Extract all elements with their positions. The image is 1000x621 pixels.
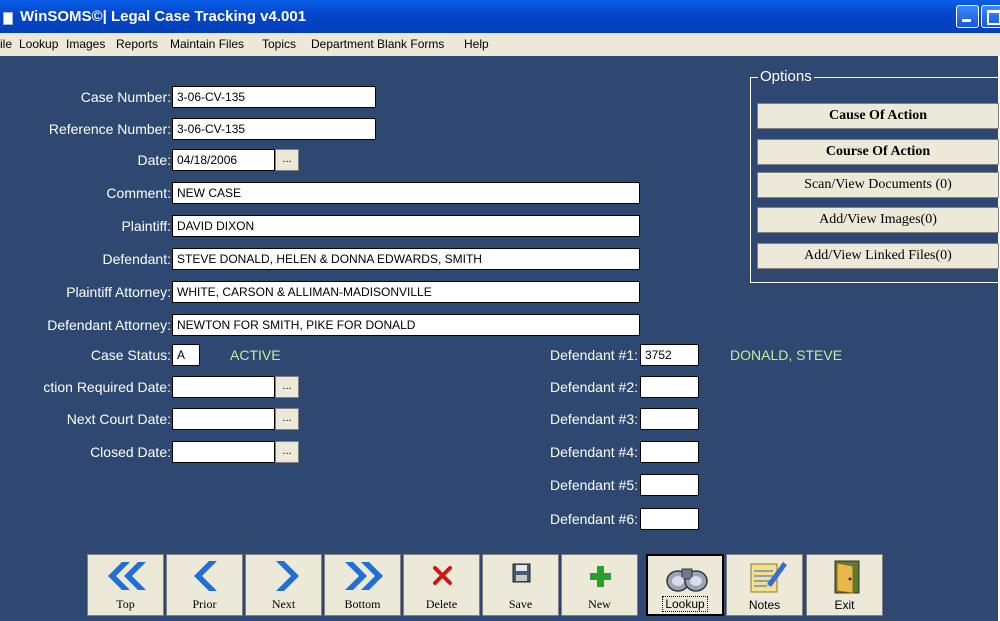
window-title: WinSOMS©| Legal Case Tracking v4.001 xyxy=(20,8,307,25)
save-button-label: Save xyxy=(508,597,533,611)
exit-button-label: Exit xyxy=(834,598,855,612)
bottom-button-label: Bottom xyxy=(344,597,381,611)
reference-number-field[interactable]: 3-06-CV-135 xyxy=(172,118,376,140)
delete-x-icon xyxy=(433,566,452,585)
plaintiff-label: Plaintiff: xyxy=(121,218,171,234)
next-court-date-field[interactable] xyxy=(172,408,275,430)
maximize-icon xyxy=(987,10,1000,25)
defendant-attorney-field[interactable]: NEWTON FOR SMITH, PIKE FOR DONALD xyxy=(172,314,640,336)
menu-help[interactable]: Help xyxy=(464,37,489,51)
title-bar: WinSOMS©| Legal Case Tracking v4.001 xyxy=(0,0,1000,33)
prior-button-label: Prior xyxy=(192,597,217,611)
defendant-5-field[interactable] xyxy=(640,474,699,496)
defendant-3-field[interactable] xyxy=(640,408,699,430)
double-chevron-left-icon xyxy=(108,562,146,590)
case-number-label: Case Number: xyxy=(80,89,171,105)
scan-view-documents-button[interactable]: Scan/View Documents (0) xyxy=(757,172,999,198)
menu-images[interactable]: Images xyxy=(66,37,105,51)
save-button[interactable]: Save xyxy=(482,554,559,616)
menu-maintain-files[interactable]: Maintain Files xyxy=(170,37,244,51)
notepad-pencil-icon xyxy=(750,562,787,593)
chevron-left-icon xyxy=(194,561,217,591)
case-status-label: Case Status: xyxy=(90,347,171,363)
prior-button[interactable]: Prior xyxy=(166,554,243,616)
defendant-4-label: Defendant #4: xyxy=(550,444,638,460)
next-court-date-label: Next Court Date: xyxy=(66,411,171,427)
next-court-date-picker-button[interactable]: ... xyxy=(275,408,299,430)
minimize-icon xyxy=(962,19,971,22)
cause-of-action-button[interactable]: Cause Of Action xyxy=(757,103,999,129)
top-button[interactable]: Top xyxy=(87,554,164,616)
menu-reports[interactable]: Reports xyxy=(116,37,158,51)
defendant-4-field[interactable] xyxy=(640,441,699,463)
closed-date-label: Closed Date: xyxy=(90,444,171,460)
next-button-label: Next xyxy=(271,597,296,611)
plaintiff-field[interactable]: DAVID DIXON xyxy=(172,215,640,237)
defendant-attorney-label: Defendant Attorney: xyxy=(47,317,171,333)
maximize-button[interactable] xyxy=(981,5,1000,28)
lookup-button-label: Lookup xyxy=(648,596,722,612)
binoculars-icon xyxy=(666,568,708,592)
menu-topics[interactable]: Topics xyxy=(262,37,296,51)
new-button-label: New xyxy=(588,597,611,611)
notes-button-label: Notes xyxy=(748,598,781,612)
defendant-1-label: Defendant #1: xyxy=(550,347,638,363)
top-button-label: Top xyxy=(116,597,135,611)
case-status-field[interactable]: A xyxy=(172,344,200,366)
defendant-2-field[interactable] xyxy=(640,376,699,398)
course-of-action-button[interactable]: Course Of Action xyxy=(757,139,999,165)
closed-date-field[interactable] xyxy=(172,441,275,463)
defendant-3-label: Defendant #3: xyxy=(550,411,638,427)
add-view-images-button[interactable]: Add/View Images(0) xyxy=(757,207,999,233)
defendant-5-label: Defendant #5: xyxy=(550,477,638,493)
comment-field[interactable]: NEW CASE xyxy=(172,182,640,204)
delete-button[interactable]: Delete xyxy=(403,554,480,616)
defendant-1-name: DONALD, STEVE xyxy=(730,347,843,363)
action-required-date-label: ction Required Date: xyxy=(43,379,171,395)
exit-button[interactable]: Exit xyxy=(806,554,883,616)
chevron-right-icon xyxy=(276,561,299,591)
case-status-text: ACTIVE xyxy=(230,347,281,363)
notes-button[interactable]: Notes xyxy=(726,554,803,616)
case-number-field[interactable]: 3-06-CV-135 xyxy=(172,86,376,108)
plaintiff-attorney-field[interactable]: WHITE, CARSON & ALLIMAN-MADISONVILLE xyxy=(172,281,640,303)
add-view-linked-files-button[interactable]: Add/View Linked Files(0) xyxy=(757,243,999,269)
menu-lookup[interactable]: Lookup xyxy=(19,37,58,51)
closed-date-picker-button[interactable]: ... xyxy=(275,441,299,463)
menu-department-blank-forms[interactable]: Department Blank Forms xyxy=(311,37,444,51)
defendant-2-label: Defendant #2: xyxy=(550,379,638,395)
delete-button-label: Delete xyxy=(425,597,458,611)
menu-bar: ile Lookup Images Reports Maintain Files… xyxy=(0,33,1000,56)
floppy-disk-icon xyxy=(512,563,531,583)
date-label: Date: xyxy=(137,152,171,168)
plus-icon xyxy=(590,566,611,587)
action-required-date-picker-button[interactable]: ... xyxy=(275,376,299,398)
defendant-1-field[interactable]: 3752 xyxy=(640,344,699,366)
menu-file[interactable]: ile xyxy=(0,37,12,51)
date-picker-button[interactable]: ... xyxy=(275,149,299,171)
plaintiff-attorney-label: Plaintiff Attorney: xyxy=(66,284,171,300)
defendant-field[interactable]: STEVE DONALD, HELEN & DONNA EDWARDS, SMI… xyxy=(172,248,640,270)
comment-label: Comment: xyxy=(106,185,171,201)
date-field[interactable]: 04/18/2006 xyxy=(172,149,275,171)
defendant-label: Defendant: xyxy=(102,251,172,267)
app-icon xyxy=(3,12,13,25)
lookup-button[interactable]: Lookup xyxy=(646,554,724,616)
action-required-date-field[interactable] xyxy=(172,376,275,398)
options-title: Options xyxy=(758,68,814,85)
double-chevron-right-icon xyxy=(345,562,383,590)
defendant-6-label: Defendant #6: xyxy=(550,511,638,527)
minimize-button[interactable] xyxy=(956,5,979,28)
exit-door-icon xyxy=(834,560,860,594)
next-button[interactable]: Next xyxy=(245,554,322,616)
defendant-6-field[interactable] xyxy=(640,508,699,530)
bottom-button[interactable]: Bottom xyxy=(324,554,401,616)
new-button[interactable]: New xyxy=(561,554,638,616)
reference-number-label: Reference Number: xyxy=(48,121,171,137)
